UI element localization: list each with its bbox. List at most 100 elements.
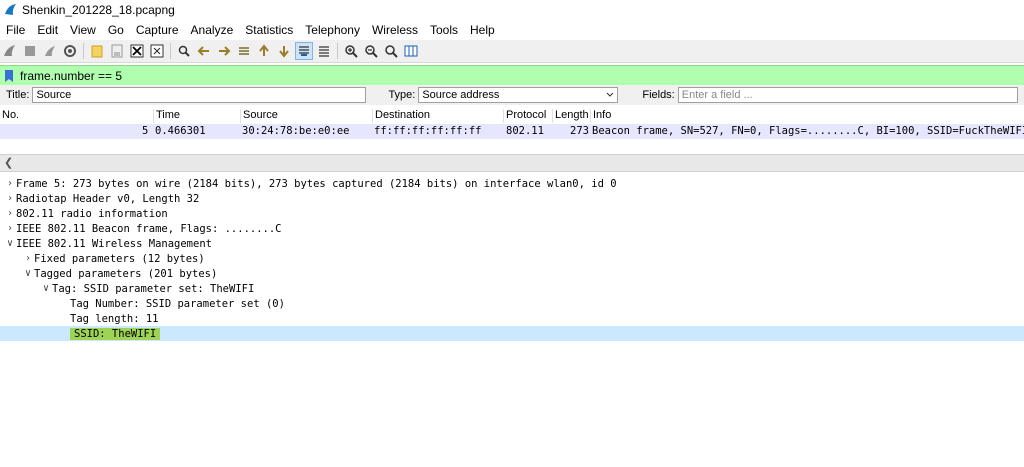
detail-row[interactable]: › IEEE 802.11 Beacon frame, Flags: ......… (0, 221, 1024, 236)
column-header-destination[interactable]: Destination (372, 109, 430, 123)
fields-input[interactable] (677, 87, 1018, 103)
type-select[interactable]: Source address (418, 87, 619, 103)
detail-row-text: Fixed parameters (12 bytes) (34, 252, 205, 265)
detail-row-text: Tag length: 11 (70, 312, 159, 325)
menu-bar: File Edit View Go Capture Analyze Statis… (0, 20, 1024, 40)
colorize-icon[interactable] (316, 43, 332, 59)
detail-row[interactable]: › 802.11 radio information (0, 206, 1024, 221)
ghost-overlay (0, 352, 1024, 467)
column-header-protocol[interactable]: Protocol (503, 109, 546, 123)
display-filter-input[interactable]: frame.number == 5 (20, 69, 122, 83)
chevron-down-icon[interactable]: ∨ (40, 283, 52, 294)
detail-row-text: IEEE 802.11 Beacon frame, Flags: .......… (16, 222, 282, 235)
column-header-time[interactable]: Time (153, 109, 180, 123)
chevron-right-icon[interactable]: › (4, 208, 16, 219)
detail-row-text: Tagged parameters (201 bytes) (34, 267, 218, 280)
detail-row[interactable]: Tag length: 11 (0, 311, 1024, 326)
zoom-in-icon[interactable] (343, 43, 359, 59)
detail-row-text: 802.11 radio information (16, 207, 168, 220)
fields-label: Fields: (642, 89, 675, 101)
detail-row-text: Tag Number: SSID parameter set (0) (70, 297, 285, 310)
packet-details-pane: › Frame 5: 273 bytes on wire (2184 bits),… (0, 176, 1024, 352)
back-arrow-icon[interactable] (196, 43, 212, 59)
detail-row[interactable]: › Fixed parameters (12 bytes) (0, 251, 1024, 266)
chevron-right-icon[interactable]: › (4, 193, 16, 204)
menu-tools[interactable]: Tools (424, 23, 464, 37)
detail-row-text: Radiotap Header v0, Length 32 (16, 192, 200, 205)
column-header-length[interactable]: Length (552, 109, 589, 123)
detail-row[interactable]: ∨ Tag: SSID parameter set: TheWIFI (0, 281, 1024, 296)
close-file-icon[interactable] (129, 43, 145, 59)
cell-protocol: 802.11 (506, 125, 544, 137)
menu-statistics[interactable]: Statistics (239, 23, 299, 37)
chevron-down-icon[interactable]: ∨ (4, 238, 16, 249)
menu-go[interactable]: Go (102, 23, 130, 37)
detail-row[interactable]: › Radiotap Header v0, Length 32 (0, 191, 1024, 206)
packet-row[interactable]: 5 0.466301 30:24:78:be:e0:ee ff:ff:ff:ff… (0, 124, 1024, 139)
detail-row[interactable]: SSID: TheWIFI (0, 326, 1024, 341)
menu-telephony[interactable]: Telephony (299, 23, 366, 37)
shark-start-icon[interactable] (2, 43, 18, 59)
cell-source: 30:24:78:be:e0:ee (242, 125, 350, 137)
cell-info: Beacon frame, SN=527, FN=0, Flags=......… (592, 125, 1024, 137)
find-icon[interactable] (176, 43, 192, 59)
column-header-info[interactable]: Info (590, 109, 611, 123)
scroll-left-icon[interactable]: ❮ (4, 156, 13, 169)
detail-row-text: SSID: TheWIFI (70, 327, 161, 340)
toolbar-separator (83, 43, 84, 59)
detail-row[interactable]: › Frame 5: 273 bytes on wire (2184 bits),… (0, 176, 1024, 191)
detail-row[interactable]: Tag Number: SSID parameter set (0) (0, 296, 1024, 311)
column-header-no[interactable]: No. (0, 109, 19, 123)
last-packet-icon[interactable] (276, 43, 292, 59)
window-title: Shenkin_201228_18.pcapng (22, 3, 175, 17)
title-input[interactable]: Source (32, 87, 367, 103)
menu-edit[interactable]: Edit (31, 23, 64, 37)
menu-capture[interactable]: Capture (130, 23, 185, 37)
go-to-packet-icon[interactable] (236, 43, 252, 59)
horizontal-scrollbar[interactable]: ❮ (0, 154, 1024, 172)
title-bar: Shenkin_201228_18.pcapng (0, 0, 1024, 20)
zoom-reset-icon[interactable] (383, 43, 399, 59)
packet-list-empty-area (0, 140, 1024, 154)
column-header-source[interactable]: Source (240, 109, 278, 123)
zoom-out-icon[interactable] (363, 43, 379, 59)
menu-wireless[interactable]: Wireless (366, 23, 424, 37)
chevron-right-icon[interactable]: › (4, 178, 16, 189)
resize-columns-icon[interactable] (403, 43, 419, 59)
forward-arrow-icon[interactable] (216, 43, 232, 59)
cell-destination: ff:ff:ff:ff:ff:ff (374, 125, 482, 137)
type-label: Type: (388, 89, 416, 101)
detail-row-text: IEEE 802.11 Wireless Management (16, 237, 212, 250)
cell-no: 5 (142, 125, 149, 137)
cell-length: 273 (570, 125, 589, 137)
wireshark-logo-icon (5, 4, 16, 15)
autoscroll-icon[interactable] (295, 42, 313, 60)
detail-row[interactable]: ∨ Tagged parameters (201 bytes) (0, 266, 1024, 281)
restart-icon[interactable] (42, 43, 58, 59)
menu-analyze[interactable]: Analyze (185, 23, 240, 37)
detail-row-text: Frame 5: 273 bytes on wire (2184 bits), … (16, 177, 617, 190)
options-gear-icon[interactable] (62, 43, 78, 59)
stop-icon[interactable] (22, 43, 38, 59)
detail-row-text: Tag: SSID parameter set: TheWIFI (52, 282, 255, 295)
toolbar-separator (170, 43, 171, 59)
chevron-right-icon[interactable]: › (22, 253, 34, 264)
toolbar-separator (337, 43, 338, 59)
reload-icon[interactable] (149, 43, 165, 59)
chevron-down-icon[interactable]: ∨ (22, 268, 34, 279)
display-filter-bar[interactable]: frame.number == 5 (0, 65, 1024, 86)
column-editor-bar: Title: Source Type: Source address Field… (0, 85, 1024, 105)
type-select-value: Source address (422, 89, 500, 101)
menu-help[interactable]: Help (464, 23, 501, 37)
open-folder-icon[interactable] (89, 43, 105, 59)
menu-file[interactable]: File (0, 23, 31, 37)
packet-list-header: No. Time Source Destination Protocol Len… (0, 107, 1024, 125)
menu-view[interactable]: View (64, 23, 102, 37)
bookmark-icon[interactable] (4, 69, 14, 83)
first-packet-icon[interactable] (256, 43, 272, 59)
chevron-right-icon[interactable]: › (4, 223, 16, 234)
title-label: Title: (6, 89, 30, 101)
main-toolbar (0, 40, 1024, 63)
detail-row[interactable]: ∨ IEEE 802.11 Wireless Management (0, 236, 1024, 251)
save-file-icon[interactable] (109, 43, 125, 59)
